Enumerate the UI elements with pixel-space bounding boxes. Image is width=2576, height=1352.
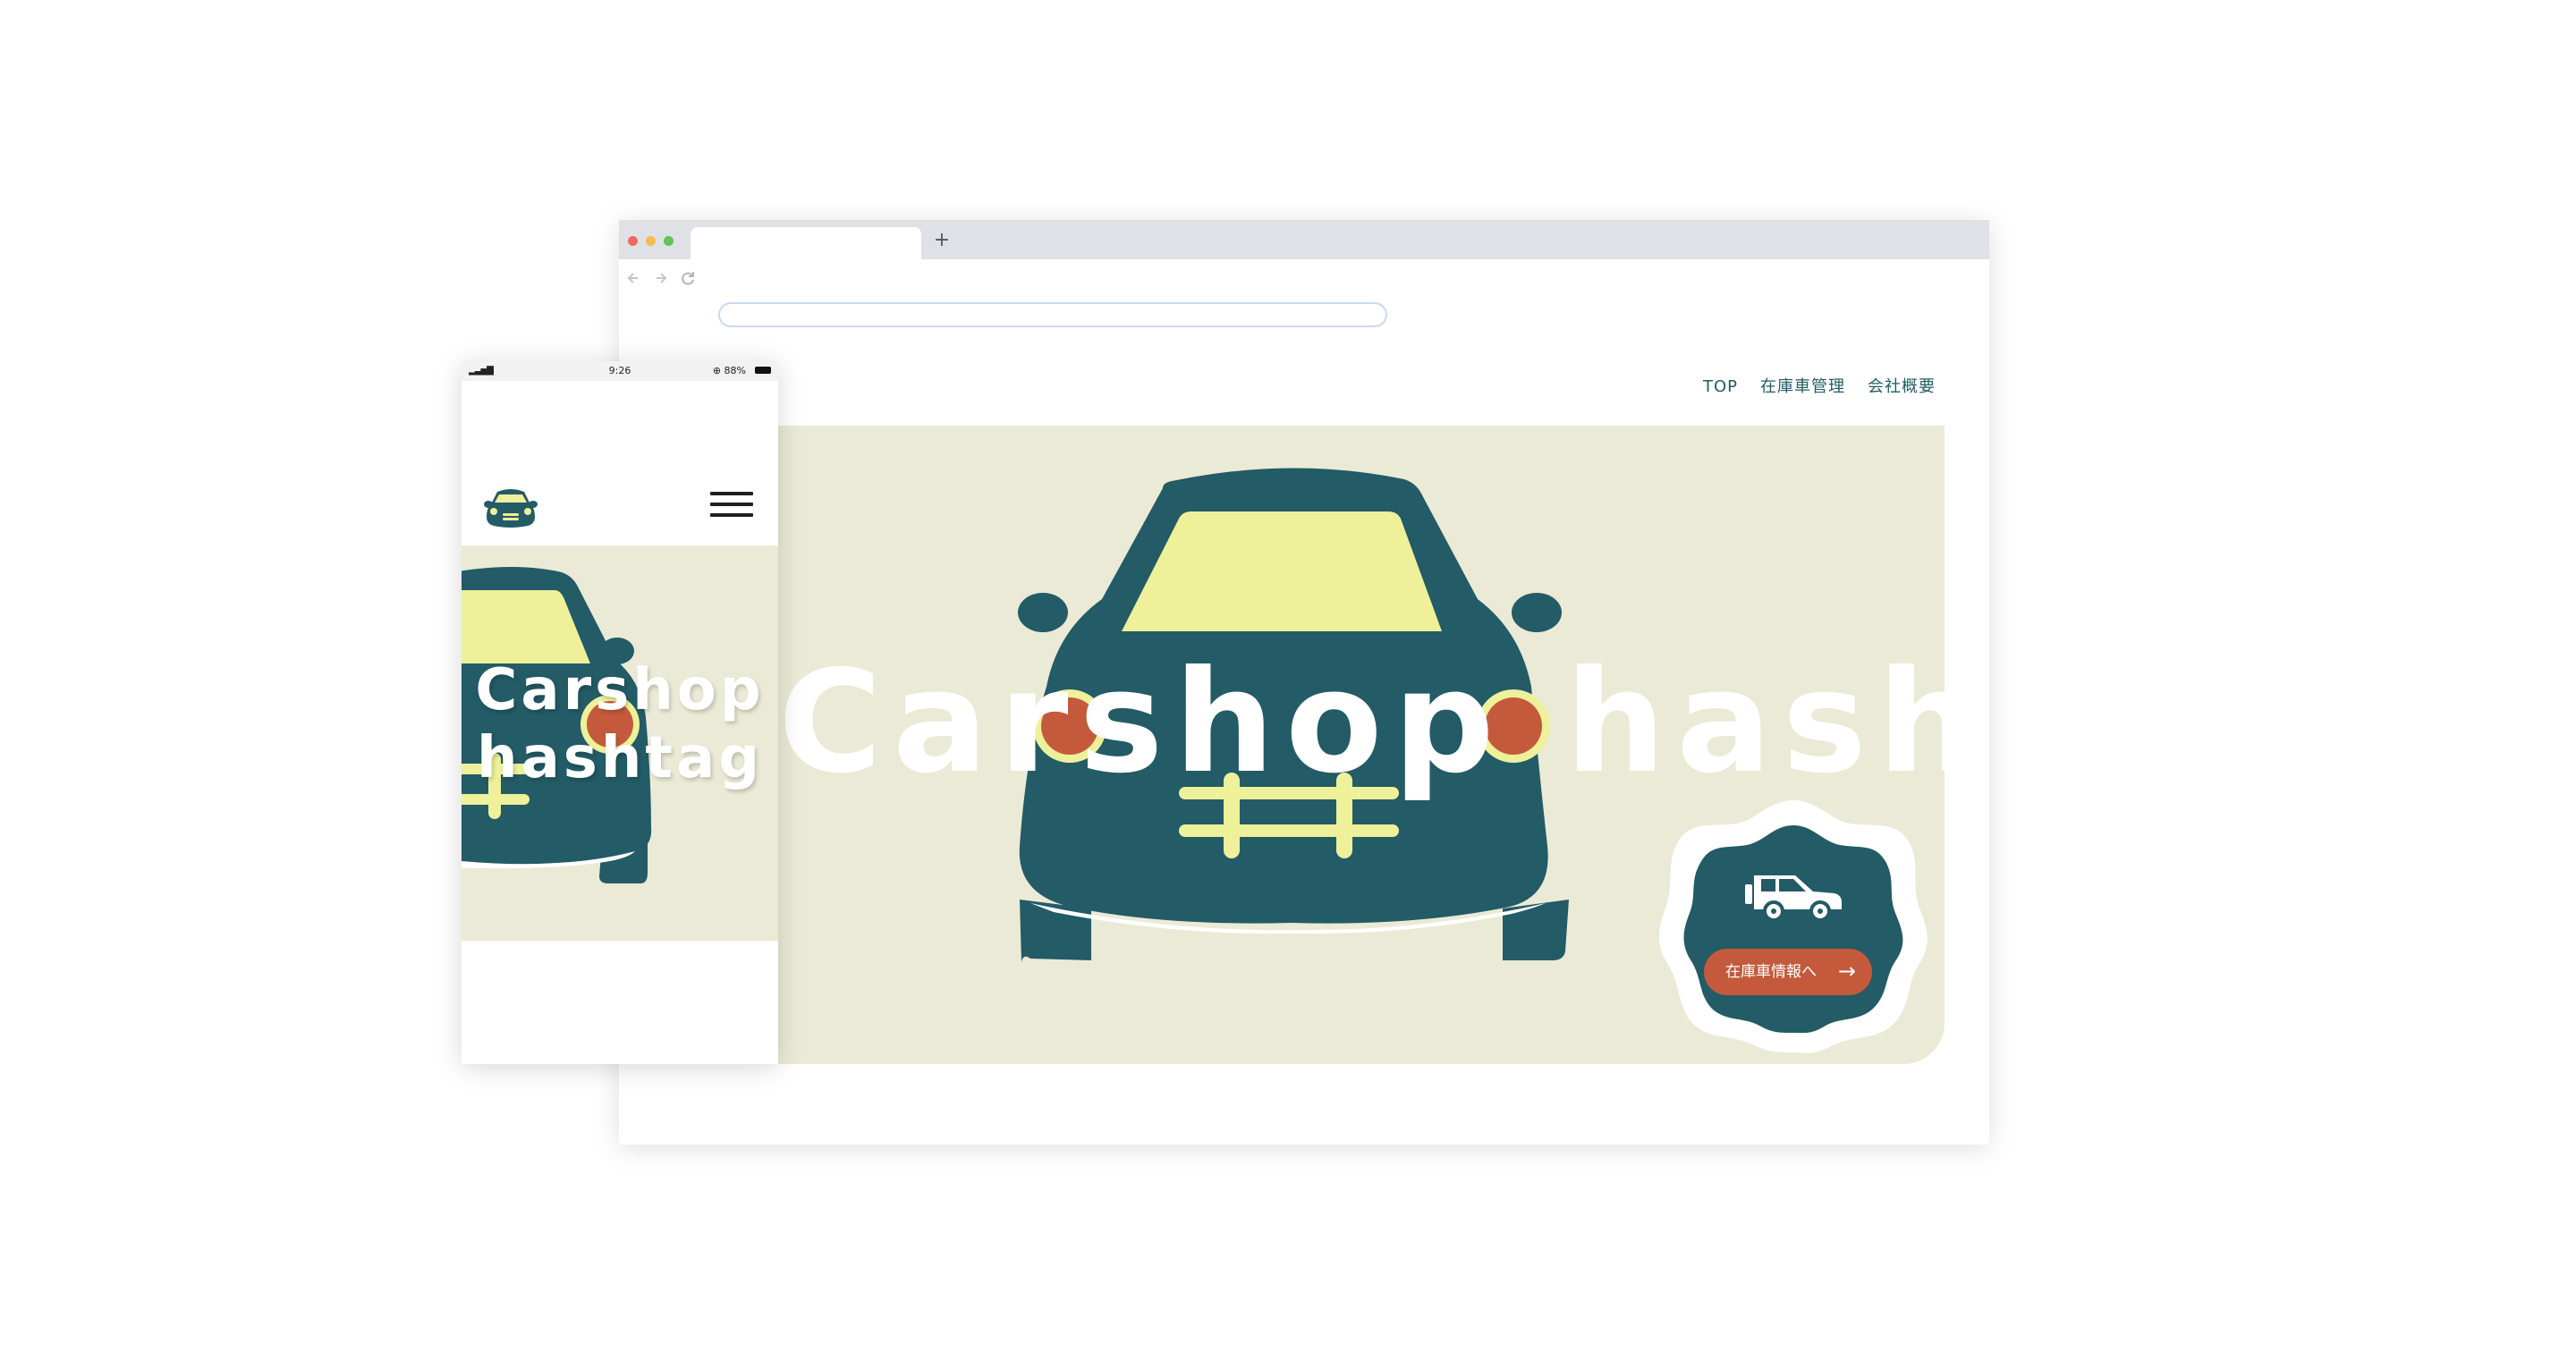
address-bar[interactable] [718, 302, 1387, 327]
nav-link-top[interactable]: TOP [1703, 374, 1738, 401]
mobile-hero-title: Carshop hashtag [462, 656, 778, 792]
reload-icon[interactable] [678, 268, 698, 288]
inventory-cta-badge[interactable]: 在庫車情報へ → [1654, 795, 1933, 1054]
browser-toolbar [619, 259, 1989, 327]
desktop-browser-window: + TOP 在庫車管理 会社概要 Carshop hash 在庫車情報へ → [619, 220, 1989, 1145]
nav-link-company-overview[interactable]: 会社概要 [1868, 374, 1936, 401]
status-bar: ▂▃▅▇ 9:26 ⊕ 88% [462, 361, 778, 381]
inventory-info-label: 在庫車情報へ [1725, 963, 1817, 981]
window-close-dot[interactable] [628, 236, 638, 246]
mobile-hero-title-line2: hashtag [477, 725, 763, 791]
window-maximize-dot[interactable] [664, 236, 674, 246]
mobile-preview: ▂▃▅▇ 9:26 ⊕ 88% Carshop hashtag [462, 361, 778, 1064]
forward-arrow-icon[interactable] [651, 268, 671, 288]
arrow-right-icon: → [1837, 959, 1856, 984]
nav-link-inventory-management[interactable]: 在庫車管理 [1760, 374, 1845, 401]
back-arrow-icon[interactable] [624, 268, 644, 288]
new-tab-button[interactable]: + [930, 227, 953, 254]
hero-title: Carshop hashtag [778, 640, 1945, 805]
badge-background [1659, 800, 1928, 1053]
hamburger-menu-icon[interactable] [710, 488, 755, 520]
suv-car-icon [1745, 875, 1842, 922]
battery-percent: ⊕ 88% [712, 365, 746, 376]
mobile-hero-section: Carshop hashtag [462, 545, 778, 941]
inventory-info-button[interactable]: 在庫車情報へ → [1704, 949, 1872, 995]
window-minimize-dot[interactable] [646, 236, 656, 246]
car-logo-icon[interactable] [483, 486, 538, 529]
browser-tab-bar: + [619, 220, 1989, 259]
battery-icon [755, 367, 771, 374]
browser-tab[interactable] [691, 227, 921, 259]
mobile-hero-title-line1: Carshop [475, 657, 765, 723]
